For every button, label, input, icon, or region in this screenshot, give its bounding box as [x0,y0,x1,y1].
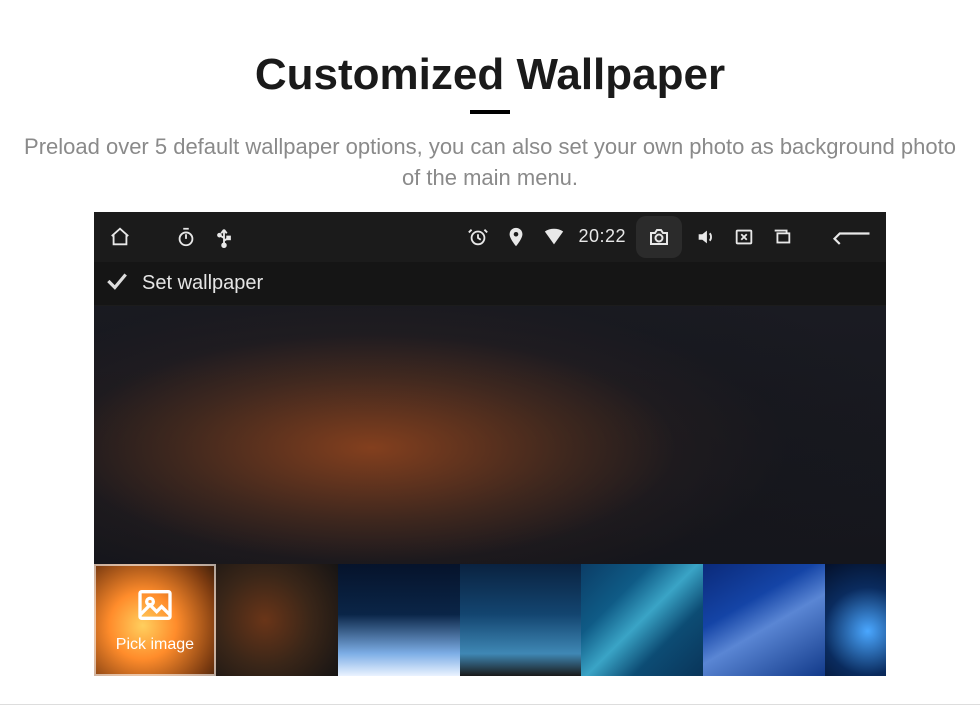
back-icon[interactable] [830,223,874,251]
screen-title: Set wallpaper [142,272,263,295]
confirm-check-icon[interactable] [104,268,130,299]
recent-apps-icon[interactable] [768,223,796,251]
page-subtitle: Preload over 5 default wallpaper options… [0,132,980,194]
image-icon [135,585,175,630]
device-screenshot: 20:22 Set wallpaper [94,212,886,676]
wallpaper-thumb-2[interactable] [216,564,338,676]
volume-icon[interactable] [692,223,720,251]
wallpaper-thumb-7[interactable] [825,564,886,676]
heading-rule [470,110,510,114]
title-bar: Set wallpaper [94,262,886,306]
wallpaper-thumbnails: Pick image [94,564,886,676]
home-icon[interactable] [106,223,134,251]
location-icon[interactable] [502,223,530,251]
pick-image-tile[interactable]: Pick image [94,564,216,676]
camera-icon [647,225,671,249]
alarm-icon[interactable] [464,223,492,251]
status-time: 20:22 [578,226,626,247]
wifi-icon[interactable] [540,223,568,251]
wallpaper-preview[interactable] [94,306,886,564]
page-heading: Customized Wallpaper [0,50,980,100]
stopwatch-icon[interactable] [172,223,200,251]
pick-image-label: Pick image [116,636,194,654]
close-window-icon[interactable] [730,223,758,251]
wallpaper-thumb-3[interactable] [338,564,460,676]
usb-icon[interactable] [210,223,238,251]
camera-button[interactable] [636,216,682,258]
wallpaper-thumb-4[interactable] [460,564,582,676]
wallpaper-thumb-5[interactable] [581,564,703,676]
status-bar: 20:22 [94,212,886,262]
section-divider [0,704,980,705]
wallpaper-thumb-6[interactable] [703,564,825,676]
